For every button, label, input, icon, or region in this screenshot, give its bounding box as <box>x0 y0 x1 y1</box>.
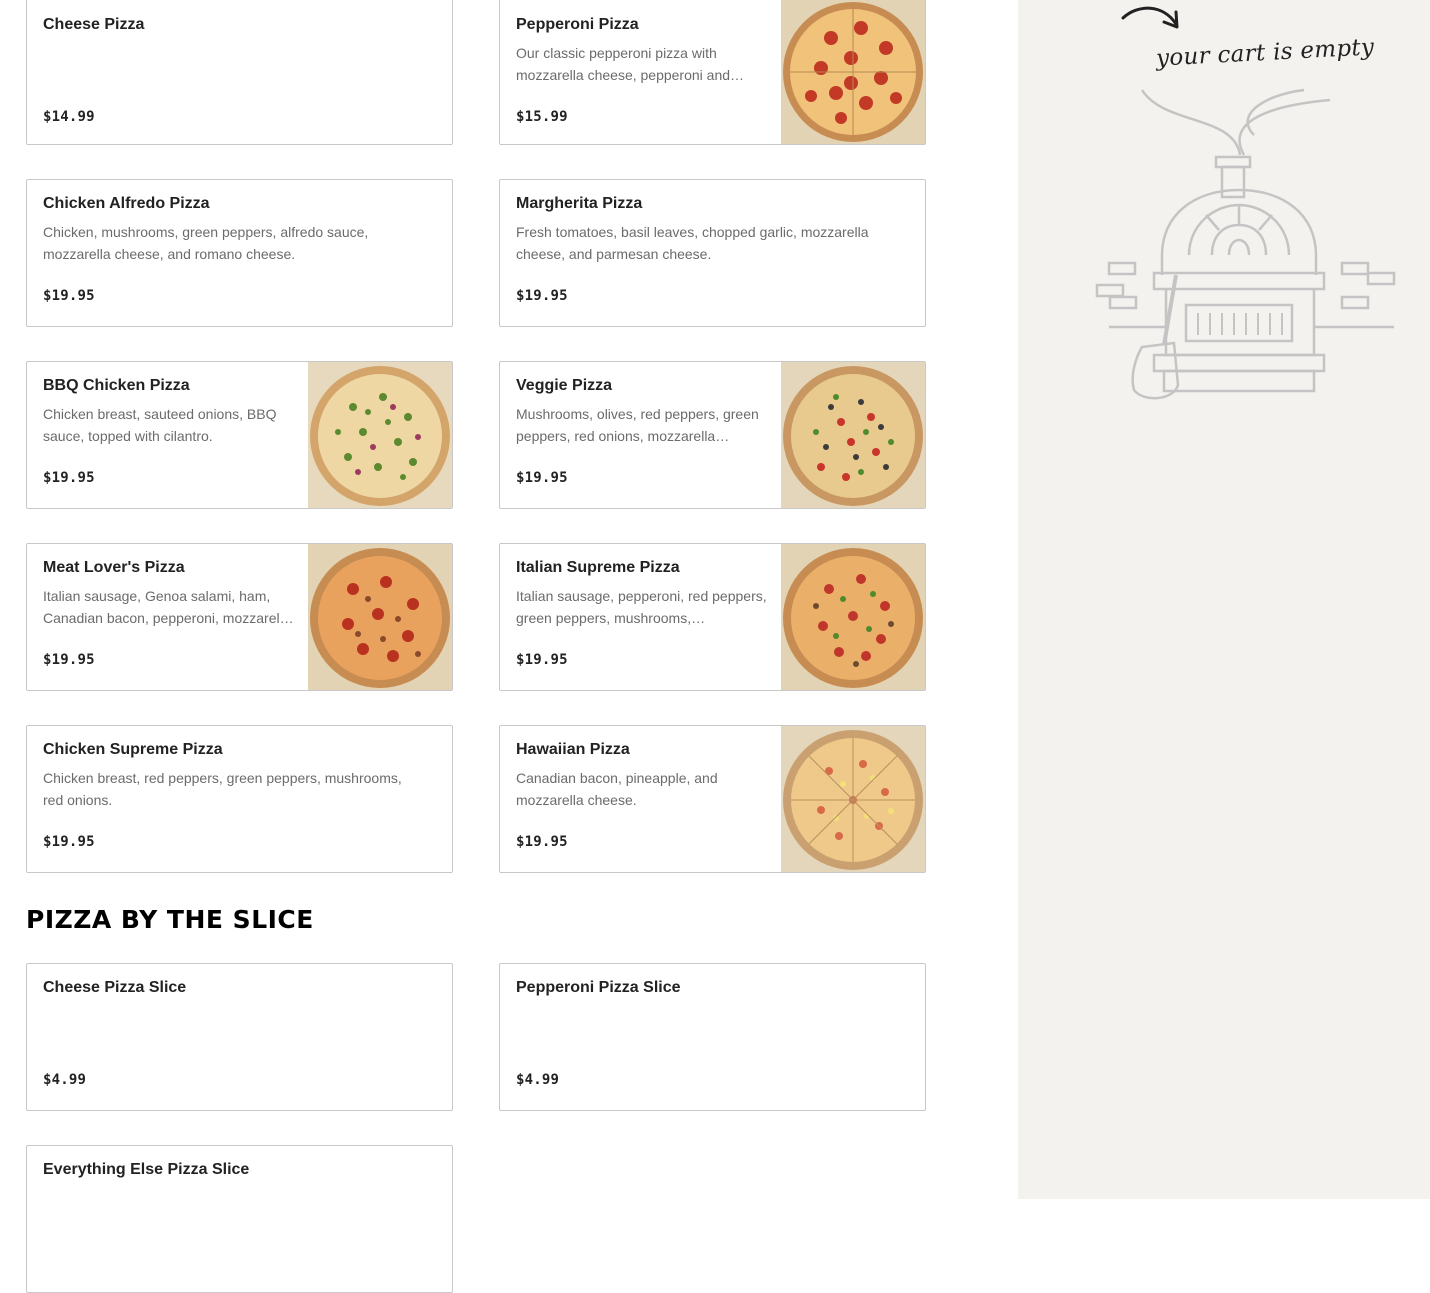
item-name: Hawaiian Pizza <box>516 741 630 758</box>
item-name: Cheese Pizza Slice <box>43 979 187 996</box>
item-name: Everything Else Pizza Slice <box>43 1161 250 1178</box>
hawaiian-pizza-photo <box>781 726 925 872</box>
menu-item-card[interactable]: Pepperoni Pizza Our classic pepperoni pi… <box>499 0 926 145</box>
menu-column: Cheese Pizza $14.99 Pepperoni Pizza Our … <box>0 0 1018 1293</box>
meat-lovers-pizza-photo <box>308 544 452 690</box>
menu-item-card[interactable]: Hawaiian Pizza Canadian bacon, pineapple… <box>499 725 926 873</box>
item-description: Canadian bacon, pineapple, and mozzarell… <box>516 770 718 808</box>
item-price: $19.95 <box>43 834 95 850</box>
pizza-oven-illustration <box>1095 88 1396 400</box>
menu-item-card[interactable]: Cheese Pizza $14.99 <box>26 0 453 145</box>
item-description: Chicken breast, red peppers, green peppe… <box>43 770 402 808</box>
menu-item-card[interactable]: Everything Else Pizza Slice <box>26 1145 453 1293</box>
item-price: $19.95 <box>43 288 95 304</box>
item-price: $19.95 <box>43 470 95 486</box>
item-name: Margherita Pizza <box>516 195 643 212</box>
item-name: Italian Supreme Pizza <box>516 559 680 576</box>
menu-item-card[interactable]: Margherita Pizza Fresh tomatoes, basil l… <box>499 179 926 327</box>
bbq-chicken-pizza-photo <box>308 362 452 508</box>
item-price: $19.95 <box>516 834 568 850</box>
item-price: $19.95 <box>516 288 568 304</box>
item-name: Pepperoni Pizza Slice <box>516 979 681 996</box>
menu-item-card[interactable]: Italian Supreme Pizza Italian sausage, p… <box>499 543 926 691</box>
veggie-pizza-photo <box>781 362 925 508</box>
menu-item-card[interactable]: Veggie Pizza Mushrooms, olives, red pepp… <box>499 361 926 509</box>
italian-supreme-pizza-photo <box>781 544 925 690</box>
item-name: Pepperoni Pizza <box>516 16 639 33</box>
menu-item-card[interactable]: Chicken Supreme Pizza Chicken breast, re… <box>26 725 453 873</box>
item-description: Italian sausage, pepperoni, red peppers,… <box>516 588 767 626</box>
item-description: Italian sausage, Genoa salami, ham, Cana… <box>43 588 294 626</box>
item-description: Mushrooms, olives, red peppers, green pe… <box>516 406 759 444</box>
item-name: Meat Lover's Pizza <box>43 559 185 576</box>
item-name: BBQ Chicken Pizza <box>43 377 190 394</box>
menu-item-card[interactable]: BBQ Chicken Pizza Chicken breast, sautee… <box>26 361 453 509</box>
item-description: Our classic pepperoni pizza with mozzare… <box>516 45 745 83</box>
section-title-pizza-by-the-slice: PIZZA BY THE SLICE <box>26 905 314 934</box>
menu-item-card[interactable]: Pepperoni Pizza Slice $4.99 <box>499 963 926 1111</box>
menu-item-card[interactable]: Chicken Alfredo Pizza Chicken, mushrooms… <box>26 179 453 327</box>
item-name: Veggie Pizza <box>516 377 613 394</box>
menu-item-card[interactable]: Meat Lover's Pizza Italian sausage, Geno… <box>26 543 453 691</box>
item-price: $4.99 <box>516 1072 560 1088</box>
pepperoni-pizza-photo <box>781 0 925 144</box>
item-price: $4.99 <box>43 1072 87 1088</box>
item-description: Chicken breast, sauteed onions, BBQ sauc… <box>43 406 277 444</box>
item-description: Fresh tomatoes, basil leaves, chopped ga… <box>516 224 869 262</box>
item-name: Chicken Supreme Pizza <box>43 741 223 758</box>
item-description: Chicken, mushrooms, green peppers, alfre… <box>43 224 369 262</box>
curved-arrow-icon <box>1121 6 1179 29</box>
menu-item-card[interactable]: Cheese Pizza Slice $4.99 <box>26 963 453 1111</box>
item-price: $19.95 <box>516 652 568 668</box>
item-price: $15.99 <box>516 109 568 125</box>
item-price: $19.95 <box>516 470 568 486</box>
item-name: Chicken Alfredo Pizza <box>43 195 210 212</box>
item-price: $14.99 <box>43 109 95 125</box>
cart-empty-text: your cart is empty <box>1155 34 1375 72</box>
item-name: Cheese Pizza <box>43 16 145 33</box>
cart-panel: your cart is empty <box>1018 0 1430 1199</box>
item-price: $19.95 <box>43 652 95 668</box>
